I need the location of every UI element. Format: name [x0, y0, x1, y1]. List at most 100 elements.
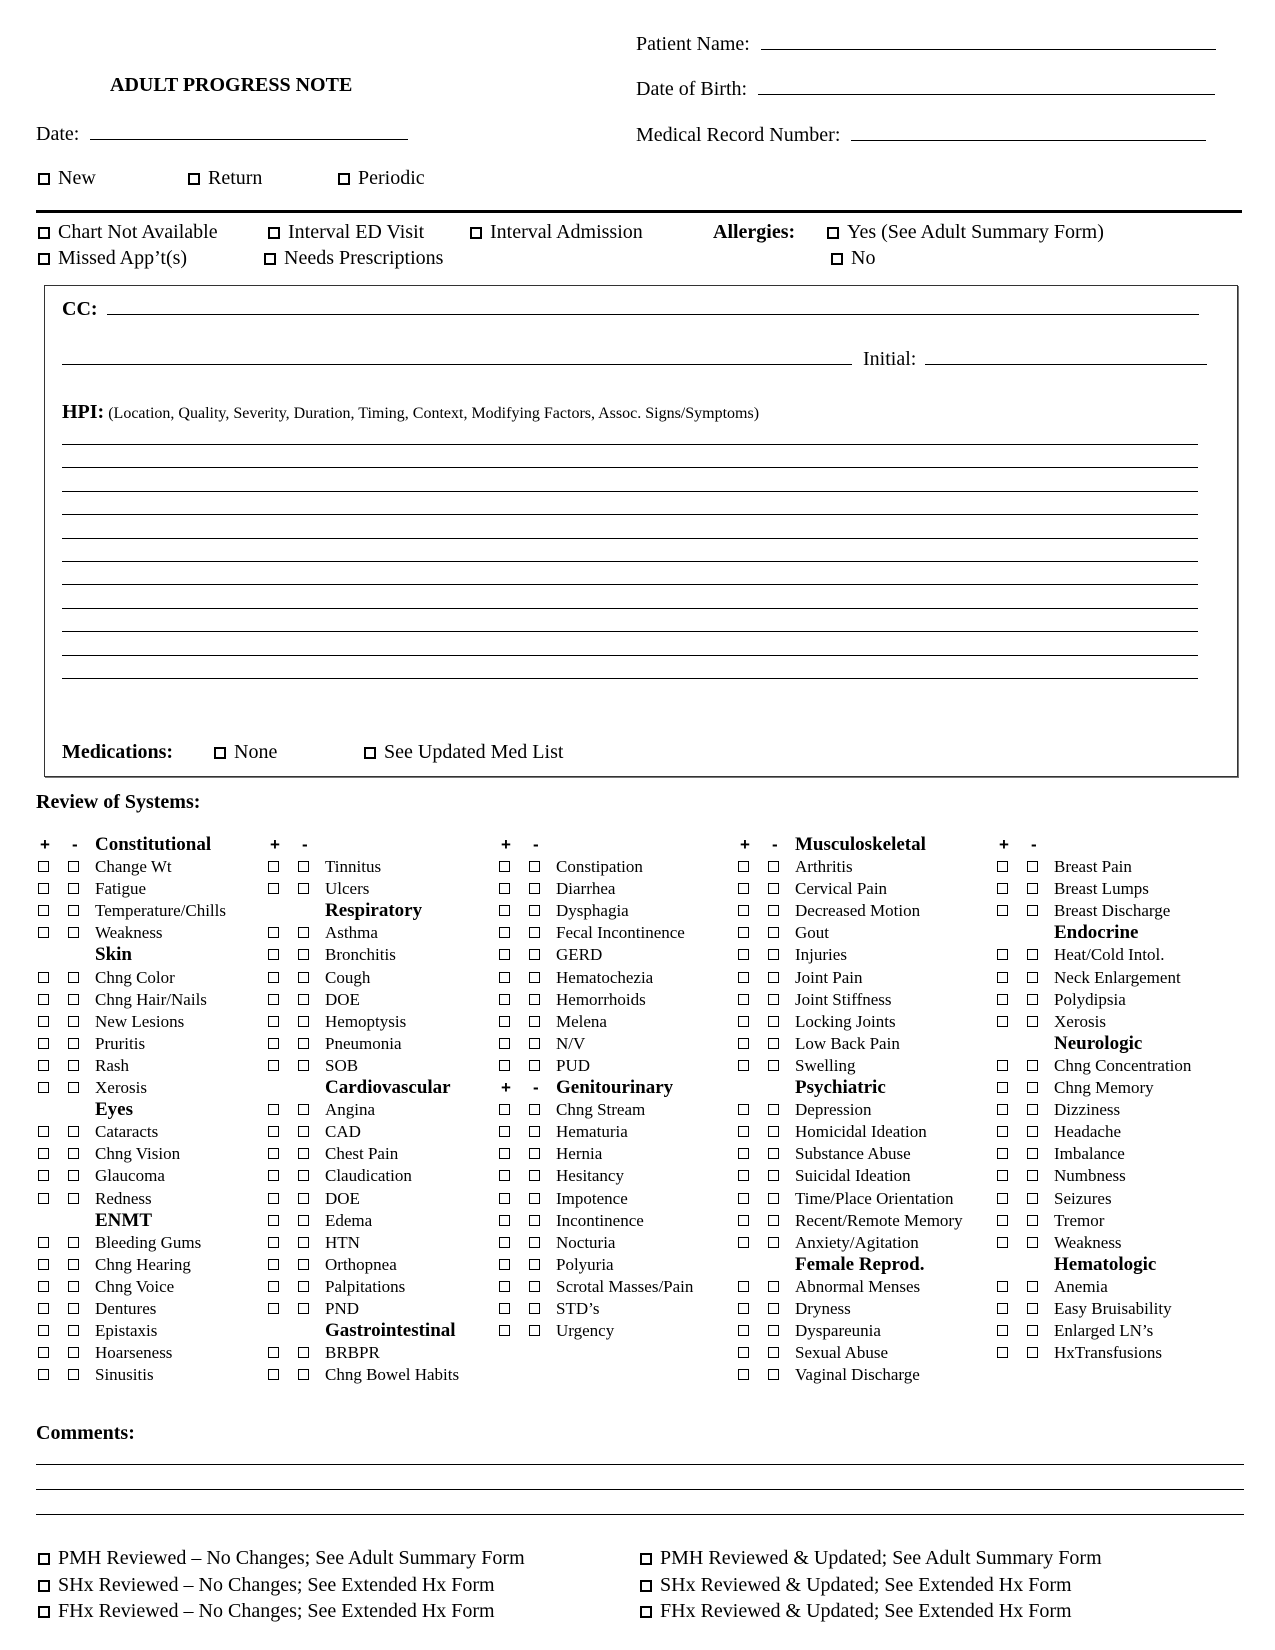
- positive-checkbox[interactable]: [268, 1126, 279, 1138]
- positive-checkbox[interactable]: [499, 1214, 510, 1226]
- option-interval-ed-visit[interactable]: Interval ED Visit: [268, 221, 424, 244]
- negative-checkbox[interactable]: [768, 905, 779, 917]
- positive-checkbox[interactable]: [268, 1236, 279, 1248]
- negative-checkbox[interactable]: [768, 1104, 779, 1116]
- checkbox-icon[interactable]: [38, 1553, 50, 1565]
- negative-checkbox[interactable]: [1027, 1192, 1038, 1204]
- negative-checkbox[interactable]: [529, 1236, 540, 1248]
- positive-checkbox[interactable]: [38, 1347, 49, 1359]
- negative-checkbox[interactable]: [1027, 1214, 1038, 1226]
- negative-checkbox[interactable]: [68, 971, 79, 983]
- positive-checkbox[interactable]: [268, 1037, 279, 1049]
- negative-checkbox[interactable]: [1027, 1082, 1038, 1094]
- positive-checkbox[interactable]: [268, 1104, 279, 1116]
- negative-checkbox[interactable]: [1027, 905, 1038, 917]
- allergies-no[interactable]: No: [831, 247, 875, 270]
- negative-checkbox[interactable]: [1027, 883, 1038, 895]
- positive-checkbox[interactable]: [38, 971, 49, 983]
- option-interval-admission[interactable]: Interval Admission: [470, 221, 643, 244]
- checkbox-icon[interactable]: [827, 227, 839, 239]
- positive-checkbox[interactable]: [268, 1258, 279, 1270]
- positive-checkbox[interactable]: [268, 1192, 279, 1204]
- positive-checkbox[interactable]: [499, 993, 510, 1005]
- checkbox-icon[interactable]: [214, 747, 226, 759]
- negative-checkbox[interactable]: [768, 993, 779, 1005]
- positive-checkbox[interactable]: [997, 1059, 1008, 1071]
- negative-checkbox[interactable]: [298, 1148, 309, 1160]
- positive-checkbox[interactable]: [997, 993, 1008, 1005]
- negative-checkbox[interactable]: [768, 1236, 779, 1248]
- positive-checkbox[interactable]: [38, 927, 49, 939]
- positive-checkbox[interactable]: [738, 1214, 749, 1226]
- negative-checkbox[interactable]: [768, 1347, 779, 1359]
- positive-checkbox[interactable]: [499, 1280, 510, 1292]
- negative-checkbox[interactable]: [68, 1369, 79, 1381]
- negative-checkbox[interactable]: [768, 1037, 779, 1049]
- history-review-option[interactable]: PMH Reviewed & Updated; See Adult Summar…: [640, 1547, 1102, 1570]
- positive-checkbox[interactable]: [38, 861, 49, 873]
- negative-checkbox[interactable]: [298, 993, 309, 1005]
- checkbox-icon[interactable]: [640, 1606, 652, 1618]
- negative-checkbox[interactable]: [529, 1148, 540, 1160]
- negative-checkbox[interactable]: [768, 971, 779, 983]
- positive-checkbox[interactable]: [38, 1148, 49, 1160]
- negative-checkbox[interactable]: [529, 1214, 540, 1226]
- negative-checkbox[interactable]: [298, 1214, 309, 1226]
- positive-checkbox[interactable]: [997, 1170, 1008, 1182]
- positive-checkbox[interactable]: [499, 1192, 510, 1204]
- negative-checkbox[interactable]: [298, 1347, 309, 1359]
- positive-checkbox[interactable]: [38, 1059, 49, 1071]
- cc-input[interactable]: [106, 296, 1199, 315]
- negative-checkbox[interactable]: [529, 1059, 540, 1071]
- negative-checkbox[interactable]: [768, 1148, 779, 1160]
- positive-checkbox[interactable]: [38, 1037, 49, 1049]
- positive-checkbox[interactable]: [268, 1302, 279, 1314]
- positive-checkbox[interactable]: [38, 993, 49, 1005]
- comment-line[interactable]: [36, 1514, 1244, 1515]
- negative-checkbox[interactable]: [529, 949, 540, 961]
- positive-checkbox[interactable]: [268, 1015, 279, 1027]
- negative-checkbox[interactable]: [298, 1369, 309, 1381]
- checkbox-icon[interactable]: [338, 173, 350, 185]
- negative-checkbox[interactable]: [298, 949, 309, 961]
- dob-input[interactable]: [758, 76, 1216, 95]
- negative-checkbox[interactable]: [1027, 1325, 1038, 1337]
- positive-checkbox[interactable]: [499, 1126, 510, 1138]
- negative-checkbox[interactable]: [298, 971, 309, 983]
- positive-checkbox[interactable]: [38, 1015, 49, 1027]
- positive-checkbox[interactable]: [268, 1347, 279, 1359]
- negative-checkbox[interactable]: [68, 883, 79, 895]
- positive-checkbox[interactable]: [738, 1059, 749, 1071]
- mrn-input[interactable]: [851, 122, 1207, 141]
- positive-checkbox[interactable]: [268, 1148, 279, 1160]
- checkbox-icon[interactable]: [38, 1579, 50, 1592]
- negative-checkbox[interactable]: [529, 971, 540, 983]
- positive-checkbox[interactable]: [738, 1192, 749, 1204]
- option-needs-prescriptions[interactable]: Needs Prescriptions: [264, 247, 443, 270]
- negative-checkbox[interactable]: [68, 905, 79, 917]
- visit-type-periodic[interactable]: Periodic: [338, 167, 425, 190]
- positive-checkbox[interactable]: [499, 883, 510, 895]
- medications-see-updated-list[interactable]: See Updated Med List: [364, 741, 563, 764]
- negative-checkbox[interactable]: [768, 1369, 779, 1381]
- checkbox-icon[interactable]: [38, 253, 50, 265]
- positive-checkbox[interactable]: [738, 993, 749, 1005]
- positive-checkbox[interactable]: [499, 971, 510, 983]
- negative-checkbox[interactable]: [298, 1059, 309, 1071]
- negative-checkbox[interactable]: [529, 1170, 540, 1182]
- negative-checkbox[interactable]: [768, 1126, 779, 1138]
- positive-checkbox[interactable]: [499, 1236, 510, 1248]
- negative-checkbox[interactable]: [68, 1192, 79, 1204]
- positive-checkbox[interactable]: [997, 1015, 1008, 1027]
- checkbox-icon[interactable]: [38, 227, 50, 239]
- negative-checkbox[interactable]: [298, 1236, 309, 1248]
- positive-checkbox[interactable]: [997, 1347, 1008, 1359]
- patient-name-input[interactable]: [760, 31, 1216, 50]
- positive-checkbox[interactable]: [738, 1126, 749, 1138]
- positive-checkbox[interactable]: [738, 1148, 749, 1160]
- positive-checkbox[interactable]: [997, 883, 1008, 895]
- positive-checkbox[interactable]: [268, 949, 279, 961]
- negative-checkbox[interactable]: [68, 1347, 79, 1359]
- positive-checkbox[interactable]: [38, 905, 49, 917]
- negative-checkbox[interactable]: [1027, 1280, 1038, 1292]
